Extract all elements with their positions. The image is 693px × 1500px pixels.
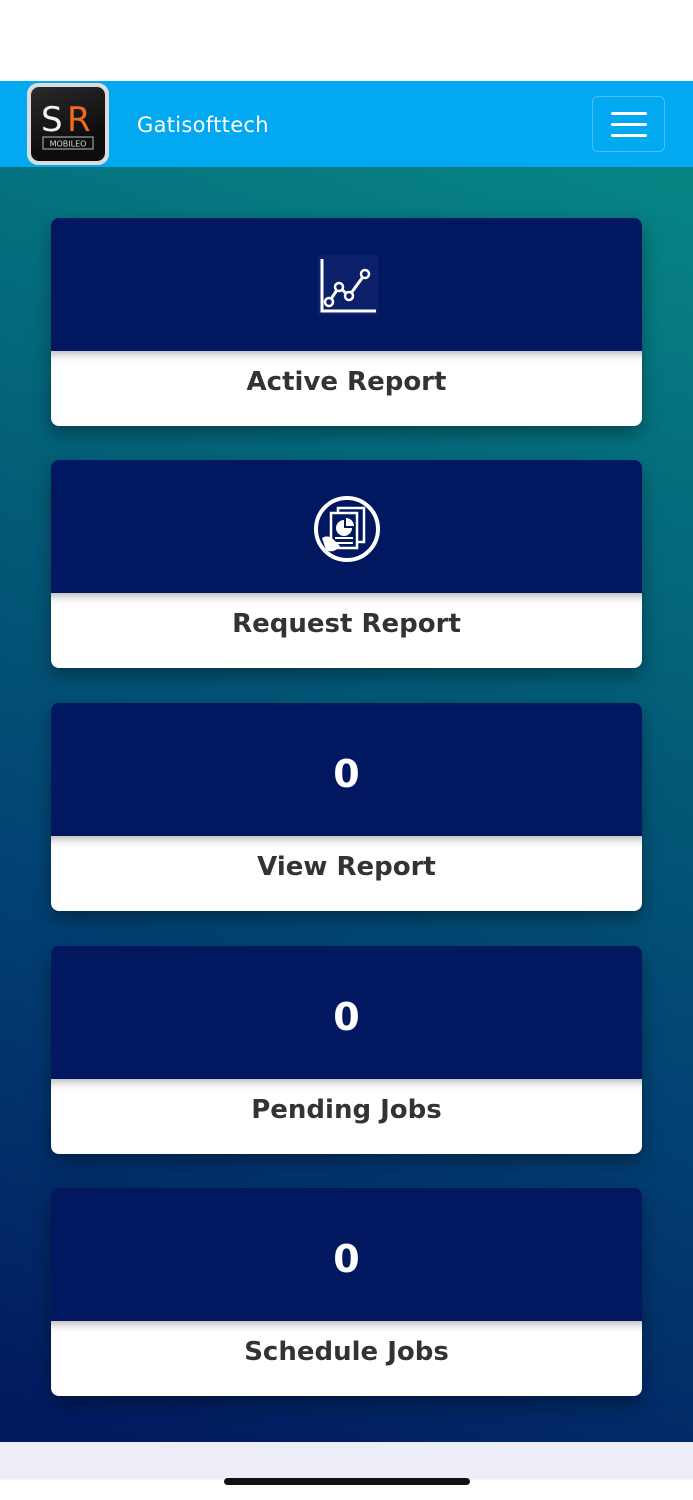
card-label: Pending Jobs (251, 1095, 442, 1125)
hamburger-menu-icon (611, 112, 647, 115)
logo-letter-r: R (67, 100, 91, 140)
card-footer: Pending Jobs (51, 1079, 642, 1154)
line-chart-icon (318, 255, 378, 315)
card-header: 0 (51, 946, 642, 1079)
view-report-card[interactable]: 0 View Report (51, 703, 642, 911)
pending-jobs-count: 0 (333, 995, 360, 1039)
hamburger-menu-icon-bar (611, 123, 647, 126)
status-bar-area (0, 0, 693, 81)
card-header (51, 460, 642, 593)
card-header: 0 (51, 703, 642, 836)
report-document-icon (314, 496, 380, 562)
active-report-card[interactable]: Active Report (51, 218, 642, 426)
card-footer: View Report (51, 836, 642, 911)
bottom-bar-area (0, 1442, 693, 1500)
navbar: S R MOBILEO Gatisofttech (0, 81, 693, 167)
brand-name[interactable]: Gatisofttech (137, 113, 269, 137)
card-footer: Request Report (51, 593, 642, 668)
view-report-count: 0 (333, 752, 360, 796)
home-indicator[interactable] (224, 1478, 470, 1485)
card-label: Request Report (232, 609, 461, 639)
card-footer: Active Report (51, 351, 642, 426)
card-label: View Report (257, 852, 436, 882)
hamburger-menu-icon-bar (611, 134, 647, 137)
card-label: Active Report (246, 367, 447, 397)
card-header (51, 218, 642, 351)
dashboard-main: Active Report Request Report 0 View Repo… (0, 167, 693, 1442)
app-logo-image: S R MOBILEO (31, 87, 105, 161)
logo-sub-text: MOBILEO (50, 140, 87, 149)
card-footer: Schedule Jobs (51, 1321, 642, 1396)
schedule-jobs-count: 0 (333, 1237, 360, 1281)
card-label: Schedule Jobs (244, 1337, 449, 1367)
schedule-jobs-card[interactable]: 0 Schedule Jobs (51, 1188, 642, 1396)
card-header: 0 (51, 1188, 642, 1321)
app-logo[interactable]: S R MOBILEO (27, 83, 109, 165)
logo-letter-s: S (41, 100, 63, 140)
request-report-card[interactable]: Request Report (51, 460, 642, 668)
pending-jobs-card[interactable]: 0 Pending Jobs (51, 946, 642, 1154)
menu-toggle-button[interactable] (592, 96, 665, 152)
